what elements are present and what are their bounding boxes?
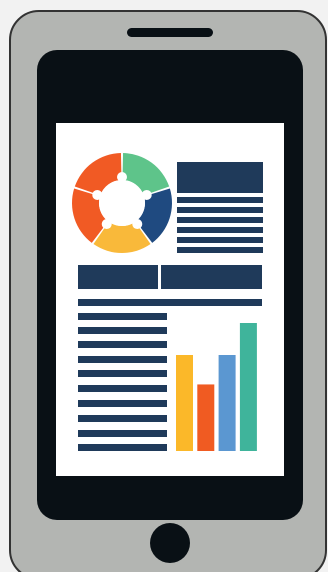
donut-chart: [72, 153, 173, 253]
text-line: [78, 444, 167, 451]
report-illustration: [72, 153, 263, 451]
summary-line: [177, 197, 263, 203]
summary-header-bar: [177, 162, 263, 193]
text-line: [78, 370, 167, 377]
bar: [176, 355, 193, 451]
summary-line: [177, 227, 263, 233]
donut-dot: [92, 189, 103, 200]
bar: [239, 323, 257, 451]
donut-dot: [117, 172, 127, 182]
summary-line: [177, 217, 263, 223]
summary-text-block: [177, 162, 263, 253]
donut-dot: [141, 189, 152, 200]
summary-line: [177, 207, 263, 213]
text-line: [78, 430, 167, 437]
text-line: [78, 400, 167, 407]
summary-line: [177, 247, 263, 253]
bar-chart: [176, 323, 257, 451]
text-line: [78, 327, 167, 334]
section-header-left: [78, 265, 158, 289]
bar: [197, 384, 215, 451]
text-line: [78, 385, 167, 392]
donut-dot: [132, 219, 143, 230]
section-header-right: [161, 265, 262, 289]
donut-dot: [101, 219, 112, 230]
text-line: [78, 313, 167, 320]
phone-illustration: [0, 0, 328, 572]
text-line: [78, 341, 167, 348]
donut-center: [99, 180, 145, 226]
bar: [218, 355, 236, 451]
summary-line: [177, 237, 263, 243]
text-line: [78, 415, 167, 422]
body-text-lines: [78, 313, 167, 451]
text-line: [78, 356, 167, 363]
divider-line: [78, 299, 262, 306]
